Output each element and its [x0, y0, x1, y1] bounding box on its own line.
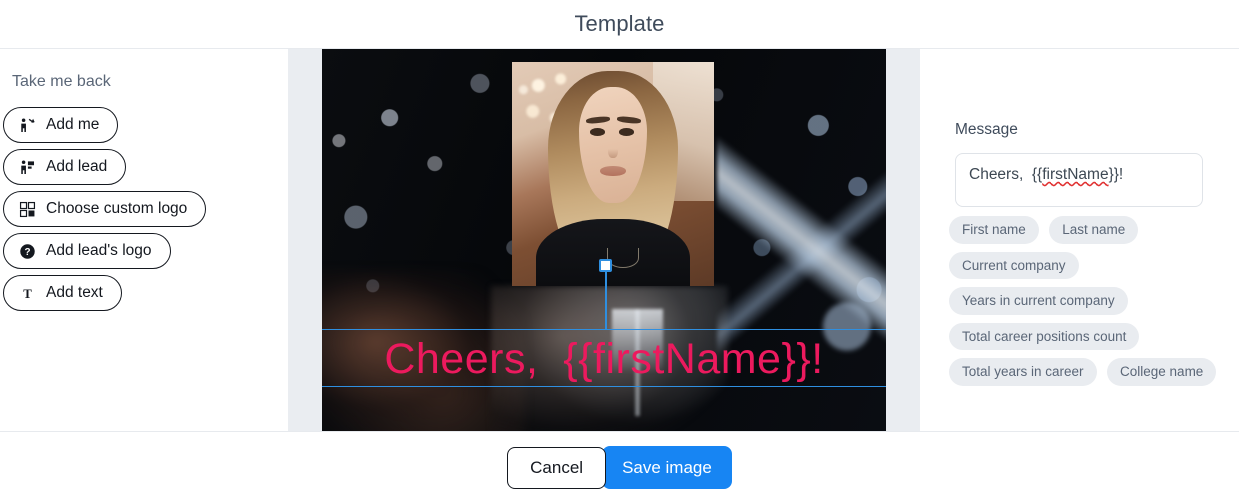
tool-label: Add me — [46, 116, 100, 134]
portrait-nose — [607, 142, 619, 159]
add-leads-logo-button[interactable]: ? Add lead's logo — [3, 233, 171, 269]
choose-custom-logo-button[interactable]: Choose custom logo — [3, 191, 207, 227]
tool-row: Add me — [0, 107, 288, 149]
canvas-gutter-left — [288, 49, 322, 431]
question-circle-icon: ? — [18, 242, 36, 260]
cancel-button[interactable]: Cancel — [507, 446, 607, 489]
svg-text:?: ? — [24, 247, 30, 258]
add-text-button[interactable]: T Add text — [3, 275, 122, 311]
tool-row: Add lead — [0, 149, 288, 191]
merge-tag-current-company[interactable]: Current company — [949, 251, 1079, 279]
text-overlay-selection[interactable]: Cheers, {{firstName}}! — [322, 329, 886, 387]
canvas-gutter-right — [886, 49, 920, 431]
message-value-prefix: Cheers, {{ — [969, 166, 1043, 183]
footer-actions: Cancel Save image — [0, 432, 1239, 503]
template-editor-page: Template Take me back Add me Add lead Ch… — [0, 0, 1239, 503]
portrait-eye-right — [619, 128, 635, 136]
portrait-lips — [599, 166, 627, 176]
tool-button-list: Add me Add lead Choose custom logo ? Add… — [0, 107, 288, 317]
svg-text:T: T — [23, 287, 32, 301]
merge-tag-years-current-company[interactable]: Years in current company — [949, 287, 1128, 315]
tool-label: Choose custom logo — [46, 200, 188, 218]
merge-tag-total-years-career[interactable]: Total years in career — [949, 358, 1097, 386]
save-image-button[interactable]: Save image — [602, 446, 732, 489]
message-label: Message — [955, 121, 1018, 138]
take-me-back-link[interactable]: Take me back — [12, 73, 111, 91]
portrait-photo-inset[interactable] — [512, 62, 714, 286]
tool-row: T Add text — [0, 275, 288, 317]
tool-row: Choose custom logo — [0, 191, 288, 233]
merge-tag-last-name[interactable]: Last name — [1049, 216, 1139, 244]
page-footer: Cancel Save image — [0, 431, 1239, 503]
person-lead-icon — [18, 158, 36, 176]
add-me-button[interactable]: Add me — [3, 107, 119, 143]
editor-body: Take me back Add me Add lead Choose cust… — [0, 49, 1239, 431]
tool-label: Add lead — [46, 158, 108, 176]
image-canvas[interactable]: Cheers, {{firstName}}! — [322, 49, 886, 431]
message-value: Cheers, {{firstName}}! — [969, 166, 1123, 184]
tools-panel: Take me back Add me Add lead Choose cust… — [0, 49, 288, 431]
page-header: Template — [0, 0, 1239, 49]
grid-logo-icon — [18, 200, 36, 218]
message-value-suffix: }}! — [1108, 166, 1124, 183]
message-panel: Message Cheers, {{firstName}}! First nam… — [920, 49, 1239, 431]
overlay-text: Cheers, {{firstName}}! — [384, 335, 824, 383]
tool-label: Add lead's logo — [46, 242, 152, 260]
add-lead-button[interactable]: Add lead — [3, 149, 127, 185]
person-add-icon — [18, 116, 36, 134]
portrait-eye-left — [589, 128, 605, 136]
tool-label: Add text — [46, 284, 103, 302]
tool-row: ? Add lead's logo — [0, 233, 288, 275]
merge-tag-list: First name Last name Current company Yea… — [949, 216, 1239, 394]
message-input[interactable]: Cheers, {{firstName}}! — [955, 153, 1203, 207]
rotate-handle[interactable] — [599, 259, 612, 272]
text-t-icon: T — [18, 284, 36, 302]
page-title: Template — [574, 11, 665, 36]
message-value-misspelled: firstName — [1042, 166, 1109, 183]
rotate-handle-stem — [605, 265, 607, 329]
merge-tag-total-positions-count[interactable]: Total career positions count — [949, 322, 1140, 350]
merge-tag-college-name[interactable]: College name — [1107, 358, 1217, 386]
merge-tag-first-name[interactable]: First name — [949, 216, 1039, 244]
